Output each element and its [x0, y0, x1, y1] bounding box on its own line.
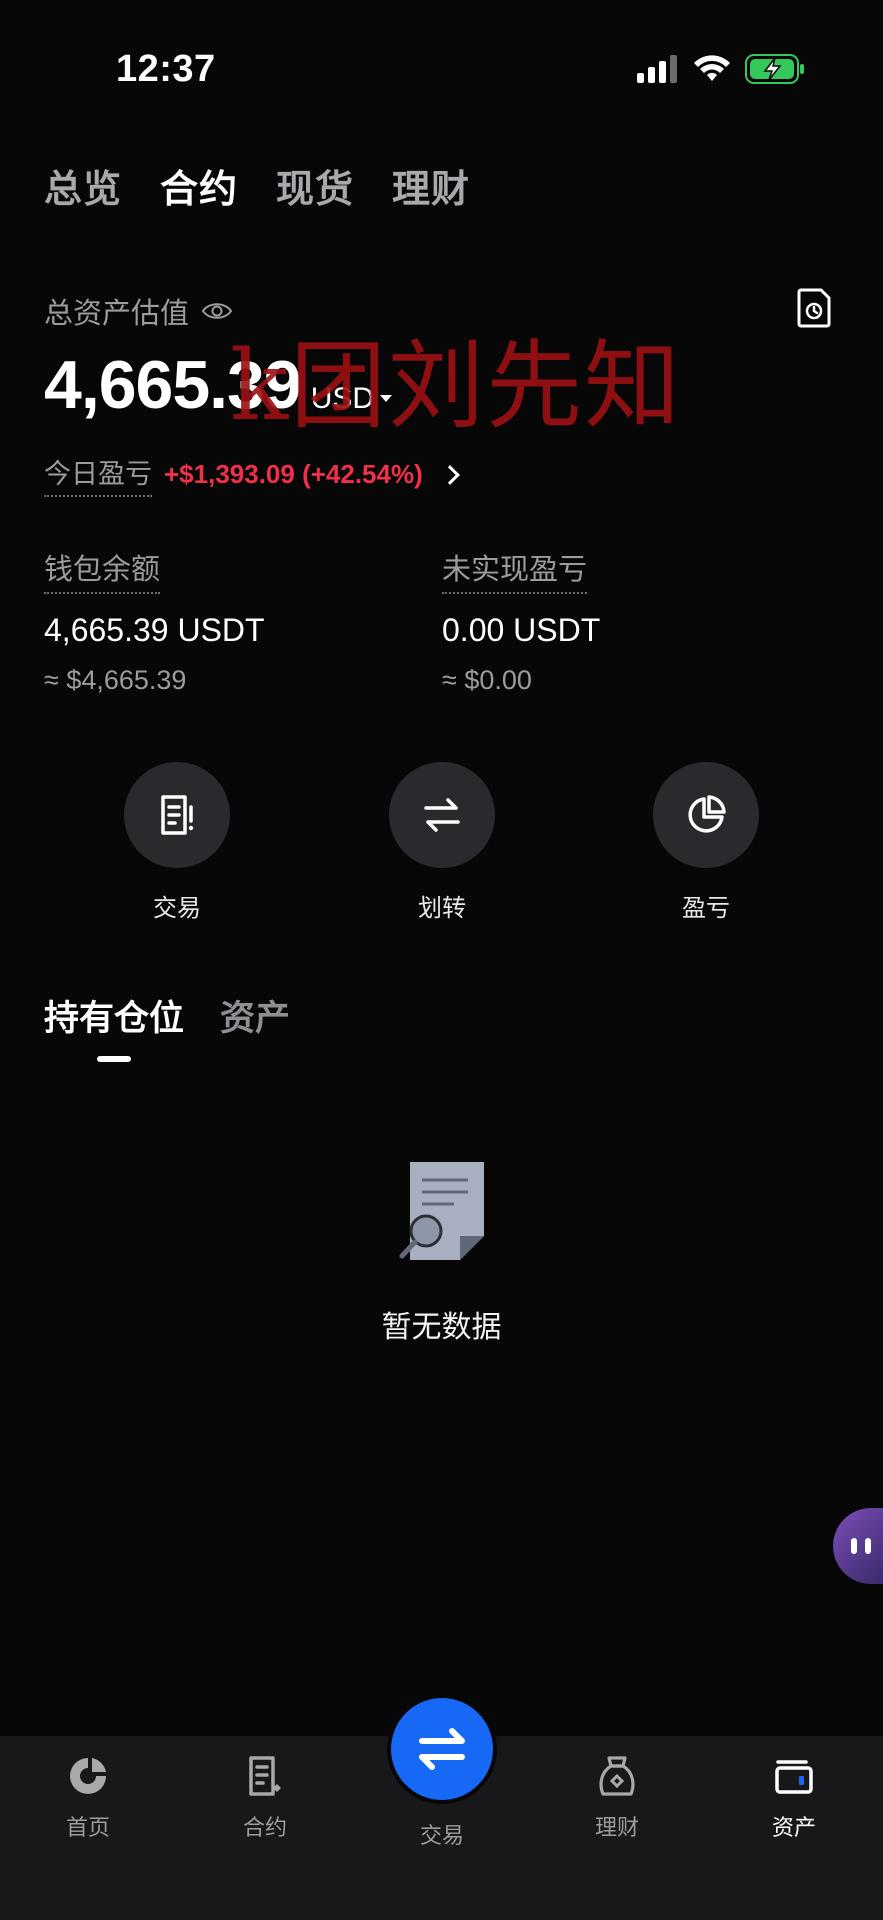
transfer-action-circle [389, 762, 495, 868]
home-icon [70, 1758, 106, 1794]
wallet-balance-approx: ≈ $4,665.39 [44, 665, 187, 695]
signal-icon [637, 55, 677, 83]
nav-assets-label: 资产 [771, 1816, 816, 1841]
asset-label-row: 总资产估值 [44, 290, 233, 332]
nav-assets[interactable]: 资产 [734, 1754, 854, 1842]
unrealized-pnl-block: 未实现盈亏 0.00 USDT ≈ $0.00 [442, 546, 600, 696]
assistant-eye-icon [851, 1538, 857, 1554]
assistant-eye-icon [865, 1538, 871, 1554]
nav-home[interactable]: 首页 [28, 1754, 148, 1842]
active-tab-indicator [97, 1056, 131, 1062]
empty-document-search-icon [399, 1162, 484, 1260]
today-pnl-row[interactable]: 今日盈亏 +$1,393.09 (+42.54%) [44, 452, 460, 497]
pie-chart-icon [688, 795, 726, 833]
total-asset-label: 总资产估值 [44, 296, 190, 330]
chevron-right-icon [439, 464, 460, 485]
wallet-balance-block: 钱包余额 4,665.39 USDT ≈ $4,665.39 [44, 546, 265, 696]
total-value-row: 4,665.39 USD [44, 346, 393, 424]
nav-home-label: 首页 [65, 1816, 110, 1841]
assistant-floating-button[interactable] [833, 1508, 883, 1584]
wallet-balance-label: 钱包余额 [44, 546, 161, 594]
tab-positions[interactable]: 持有仓位 [44, 990, 184, 1041]
history-document-icon[interactable] [797, 288, 833, 328]
wifi-icon [694, 55, 730, 81]
top-tabs: 总览 合约 现货 理财 [44, 158, 470, 213]
eye-icon[interactable] [201, 300, 233, 322]
status-time: 12:37 [116, 48, 216, 90]
tab-overview[interactable]: 总览 [44, 158, 122, 213]
trade-icon [419, 1728, 465, 1770]
transfer-icon [424, 798, 460, 832]
nav-trade-label[interactable]: 交易 [391, 1818, 493, 1850]
trade-action-button[interactable]: 交易 [107, 762, 247, 923]
transfer-action-button[interactable]: 划转 [372, 762, 512, 923]
wallet-balance-value: 4,665.39 USDT [44, 612, 265, 648]
battery-charging-icon [745, 54, 804, 84]
tab-assets[interactable]: 资产 [220, 990, 290, 1041]
today-pnl-label: 今日盈亏 [44, 452, 152, 497]
nav-finance[interactable]: 理财 [557, 1754, 677, 1842]
pnl-action-circle [653, 762, 759, 868]
nav-finance-label: 理财 [594, 1816, 639, 1841]
unrealized-pnl-label: 未实现盈亏 [442, 546, 588, 594]
currency-unit: USD [310, 382, 375, 415]
pnl-action-label: 盈亏 [682, 894, 730, 922]
trade-fab-button[interactable] [391, 1698, 493, 1800]
wallet-icon [775, 1760, 813, 1794]
currency-selector[interactable]: USD [310, 382, 393, 416]
tab-finance[interactable]: 理财 [392, 158, 470, 213]
pnl-action-button[interactable]: 盈亏 [636, 762, 776, 923]
status-icons [637, 54, 805, 84]
tab-spot[interactable]: 现货 [276, 158, 354, 213]
total-value: 4,665.39 [44, 347, 302, 423]
trade-action-circle [124, 762, 230, 868]
nav-contract-label: 合约 [242, 1816, 287, 1841]
caret-down-icon [380, 395, 393, 402]
empty-state-text: 暂无数据 [381, 1310, 502, 1345]
today-pnl-value: +$1,393.09 (+42.54%) [164, 459, 423, 489]
trade-action-label: 交易 [153, 894, 201, 922]
unrealized-pnl-approx: ≈ $0.00 [442, 665, 532, 695]
nav-contract[interactable]: 合约 [205, 1754, 325, 1842]
finance-icon [599, 1756, 635, 1796]
order-icon [161, 795, 194, 835]
tab-contract[interactable]: 合约 [160, 158, 238, 213]
unrealized-pnl-value: 0.00 USDT [442, 612, 601, 648]
transfer-action-label: 划转 [418, 894, 466, 922]
section-tabs: 持有仓位 资产 [44, 990, 290, 1041]
contract-icon [249, 1756, 281, 1796]
